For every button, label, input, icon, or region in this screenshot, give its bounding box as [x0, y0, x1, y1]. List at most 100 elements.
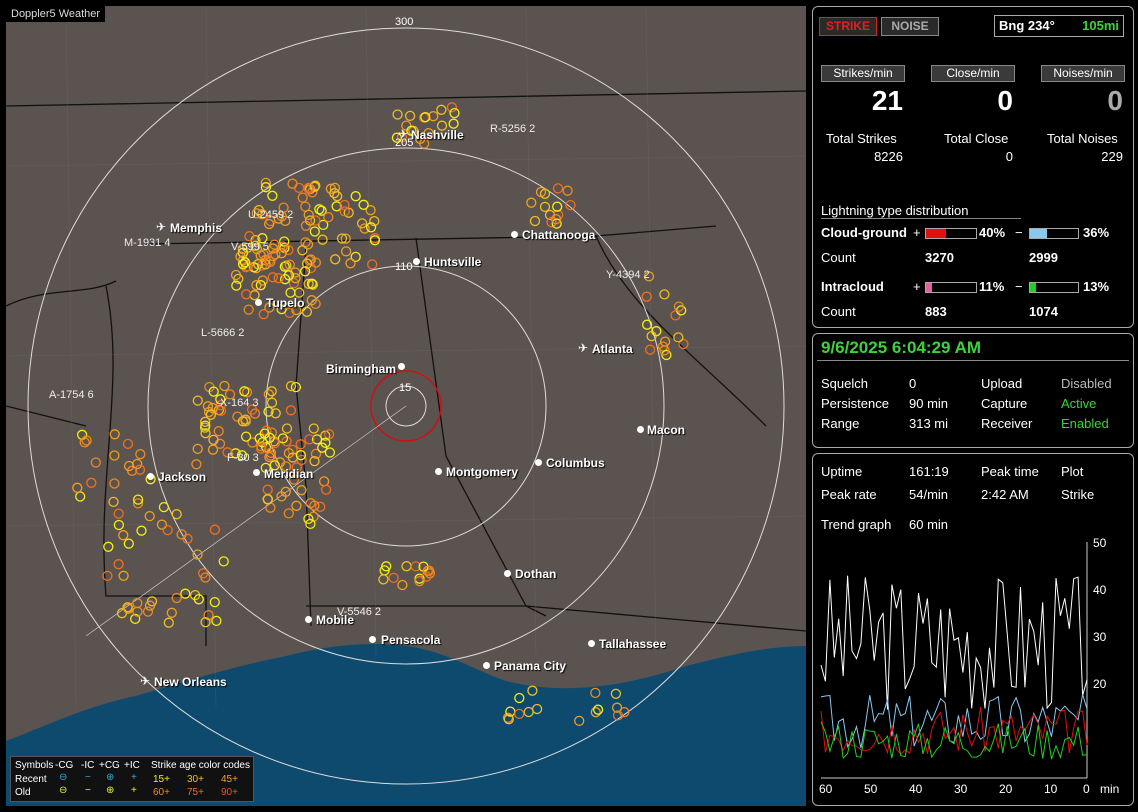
strike-marker: [378, 574, 389, 585]
peak-time-label: Peak time: [981, 464, 1039, 479]
persistence-value: 90 min: [909, 396, 949, 411]
cg-negative-count: 2999: [1029, 250, 1058, 265]
strike-marker: [209, 596, 220, 608]
station-label: R-5256 2: [490, 123, 536, 135]
strike-marker: [162, 524, 173, 536]
strike-marker: [641, 291, 652, 302]
city-meridian: Meridian: [264, 467, 314, 481]
uptime-value: 161:19: [909, 464, 949, 479]
symbol-legend: Symbols -CG -IC +CG +IC Strike age color…: [10, 756, 254, 802]
strike-marker: [213, 426, 224, 437]
capture-label: Capture: [981, 396, 1028, 411]
strike-marker: [659, 289, 670, 300]
strike-marker: [75, 491, 86, 502]
strike-marker: [562, 185, 573, 196]
city-dot: [398, 363, 405, 370]
neg-ic-icon: −: [85, 785, 91, 796]
x-tick: 10: [1044, 782, 1058, 796]
status-panel: 9/6/2025 6:04:29 AM Squelch 0 Upload Dis…: [812, 333, 1134, 448]
legend-symbols-title: Symbols: [15, 760, 54, 771]
city-atlanta: Atlanta: [592, 342, 633, 356]
x-tick: 50: [864, 782, 878, 796]
strike-marker: [388, 572, 399, 584]
strike-marker: [118, 530, 129, 541]
strike-marker: [262, 484, 273, 495]
peak-rate-label: Peak rate: [821, 487, 877, 502]
city-panama-city: Panama City: [494, 659, 567, 673]
ic-negative-percent: 13%: [1083, 279, 1110, 294]
airport-icon: ✈: [398, 127, 409, 141]
cg-negative-percent: 36%: [1083, 225, 1110, 240]
strike-marker: [539, 201, 551, 213]
y-tick: 30: [1093, 630, 1107, 644]
age-code: 60+: [153, 787, 170, 798]
lightning-map[interactable]: Doppler5 Weather 300 205 110 15 ✈ Nashvi…: [6, 6, 806, 806]
age-code: 15+: [153, 774, 170, 785]
squelch-value: 0: [909, 376, 917, 391]
city-pensacola: Pensacola: [381, 633, 441, 647]
ring-label-15: 15: [399, 382, 412, 394]
strike-marker: [281, 423, 293, 434]
strike-marker: [136, 525, 147, 536]
noise-button[interactable]: NOISE: [881, 17, 939, 36]
strike-marker: [135, 449, 146, 460]
ic-positive-count: 883: [925, 304, 947, 319]
trend-graph-label: Trend graph: [821, 517, 892, 532]
neg-cg-icon: ⊖: [59, 785, 68, 796]
city-dot: [413, 258, 420, 265]
strike-marker: [303, 209, 314, 221]
y-tick: 20: [1093, 677, 1107, 691]
strike-marker: [267, 190, 278, 201]
minus-sign: −: [1015, 225, 1023, 240]
city-new-orleans: New Orleans: [154, 675, 227, 689]
strike-marker: [446, 102, 458, 113]
strike-marker: [118, 570, 129, 581]
strike-marker: [241, 289, 252, 300]
strike-marker: [171, 592, 182, 604]
strike-button[interactable]: STRIKE: [819, 17, 877, 36]
strike-marker: [113, 519, 125, 531]
station-label: L-5666 2: [201, 327, 245, 339]
strikes-per-min-header: Strikes/min: [821, 65, 905, 82]
strike-marker: [192, 395, 203, 406]
close-per-min-value: 0: [997, 85, 1013, 116]
strike-marker: [644, 344, 656, 355]
count-label: Count: [821, 250, 856, 265]
total-noises-label: Total Noises: [1047, 131, 1118, 146]
trend-graph: [820, 542, 1088, 779]
x-tick: 40: [909, 782, 923, 796]
strike-marker: [317, 234, 328, 245]
city-dot: [483, 662, 490, 669]
capture-value: Active: [1061, 396, 1097, 411]
strikes-per-min-value: 21: [871, 85, 903, 116]
datetime: 9/6/2025 6:04:29 AM: [821, 338, 982, 357]
strike-marker: [297, 192, 308, 203]
count-label: Count: [821, 304, 856, 319]
strike-marker: [122, 438, 134, 450]
strike-marker: [180, 588, 191, 599]
total-strikes-value: 8226: [874, 149, 903, 164]
strike-marker: [397, 579, 408, 591]
strike-marker: [449, 107, 460, 119]
bearing-distance: 105mi: [1082, 18, 1119, 33]
counters-panel: STRIKE NOISE Bng 234° 105mi Strikes/min …: [812, 6, 1134, 328]
neg-ic-icon: −: [85, 772, 91, 783]
age-code: 45+: [221, 774, 238, 785]
strike-marker: [350, 191, 361, 202]
total-close-value: 0: [1005, 149, 1013, 164]
x-unit: min: [1100, 782, 1120, 796]
strike-marker: [296, 485, 307, 496]
city-dot: [255, 299, 262, 306]
station-label: F-30 3: [227, 452, 259, 464]
pos-ic-icon: +: [131, 772, 137, 783]
ic-negative-bar: [1029, 282, 1079, 293]
age-code: 30+: [187, 774, 204, 785]
range-value: 313 mi: [909, 416, 949, 431]
ring-label-110: 110: [395, 261, 413, 273]
strike-marker: [283, 508, 294, 519]
strike-marker: [113, 559, 124, 570]
close-per-min-header: Close/min: [931, 65, 1015, 82]
distribution-title: Lightning type distribution: [821, 203, 1021, 219]
ic-negative-count: 1074: [1029, 304, 1058, 319]
strike-marker: [176, 529, 187, 540]
